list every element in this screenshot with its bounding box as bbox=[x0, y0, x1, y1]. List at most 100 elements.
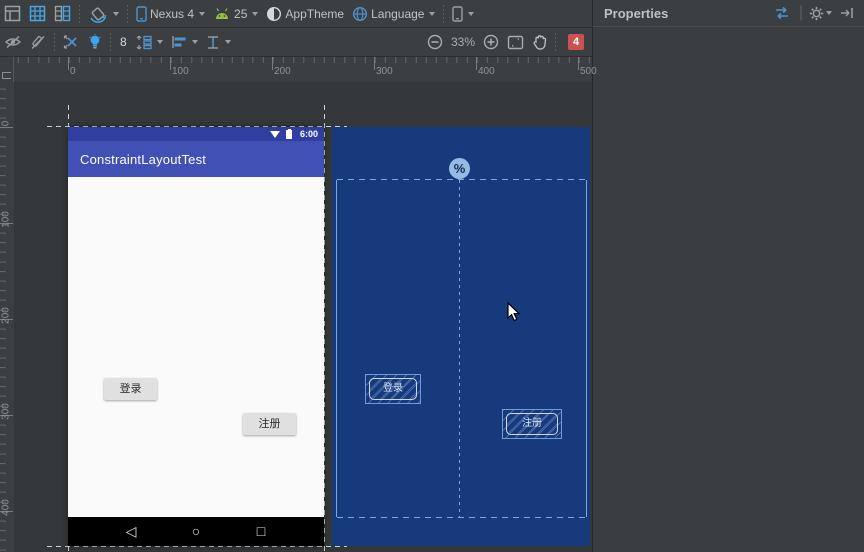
chevron-down-icon bbox=[429, 11, 436, 16]
zoom-out-button[interactable] bbox=[423, 28, 447, 56]
layout-editor-toolbar: Nexus 4 25 AppTheme Language bbox=[0, 0, 592, 28]
hand-pan-icon bbox=[533, 35, 547, 50]
ruler-label: 0 bbox=[70, 66, 76, 77]
ruler-label: 300 bbox=[0, 403, 12, 420]
register-button-design[interactable]: 注册 bbox=[243, 413, 296, 435]
align-button[interactable] bbox=[167, 28, 202, 56]
both-views-button[interactable] bbox=[50, 0, 75, 28]
pack-expand-icon bbox=[136, 35, 152, 49]
api-version-selector[interactable]: 25 bbox=[209, 0, 262, 28]
login-button-blueprint[interactable]: 登录 bbox=[365, 374, 421, 404]
locale-label: Language bbox=[371, 6, 425, 21]
login-button-design[interactable]: 登录 bbox=[104, 378, 157, 400]
lightbulb-icon bbox=[89, 34, 101, 49]
device-selector[interactable]: Nexus 4 bbox=[132, 0, 209, 28]
home-icon: ○ bbox=[191, 523, 201, 539]
orientation-button[interactable] bbox=[84, 0, 123, 28]
register-button-blueprint[interactable]: 注册 bbox=[502, 409, 562, 439]
back-icon: ◁ bbox=[125, 523, 137, 539]
toolbar-separator bbox=[79, 4, 80, 23]
ruler-label: 0 bbox=[0, 120, 12, 127]
app-title: ConstraintLayoutTest bbox=[80, 151, 207, 167]
status-bar: 6:00 bbox=[68, 127, 324, 141]
hide-panel-button[interactable] bbox=[840, 7, 854, 19]
virtual-device-selector[interactable] bbox=[448, 0, 478, 28]
ruler-corner bbox=[0, 57, 14, 82]
blueprint-view-button[interactable] bbox=[25, 0, 50, 28]
infer-constraints-button[interactable] bbox=[84, 28, 106, 56]
show-constraints-button[interactable] bbox=[0, 28, 26, 56]
ruler-label: 300 bbox=[376, 66, 393, 77]
api-level-label: 25 bbox=[234, 6, 248, 21]
align-left-edges-icon bbox=[172, 36, 186, 48]
register-button-blueprint-label: 注册 bbox=[506, 413, 558, 435]
ruler-label: 400 bbox=[0, 499, 12, 516]
recents-icon: □ bbox=[256, 523, 266, 539]
zoom-to-fit-button[interactable] bbox=[503, 28, 528, 56]
device-label: Nexus 4 bbox=[150, 6, 195, 21]
ruler-label: 100 bbox=[172, 66, 189, 77]
vertical-ruler: 0 100 200 300 400 bbox=[0, 82, 14, 552]
design-view-button[interactable] bbox=[0, 0, 25, 28]
guidelines-button[interactable] bbox=[202, 28, 235, 56]
panel-settings-button[interactable] bbox=[809, 6, 832, 21]
navigation-bar: ◁ ○ □ bbox=[68, 517, 324, 546]
login-button-blueprint-label: 登录 bbox=[369, 378, 417, 400]
default-margin-value[interactable]: 8 bbox=[115, 35, 132, 49]
design-plus-blueprint-icon bbox=[54, 5, 71, 22]
pan-button[interactable] bbox=[528, 28, 551, 56]
toolbar-separator bbox=[54, 33, 55, 51]
properties-panel-body bbox=[592, 27, 864, 552]
eye-slash-icon bbox=[4, 35, 22, 49]
chevron-down-icon bbox=[156, 40, 163, 44]
ruler-label: 200 bbox=[0, 307, 12, 324]
theme-label: AppTheme bbox=[285, 6, 345, 21]
header-separator: | bbox=[798, 4, 803, 21]
wifi-icon bbox=[270, 131, 280, 138]
error-count-badge[interactable]: 4 bbox=[568, 34, 584, 50]
zoom-out-icon bbox=[427, 34, 443, 50]
pack-selection-button[interactable] bbox=[132, 28, 167, 56]
zoom-in-icon bbox=[483, 34, 499, 50]
autoconnect-button[interactable] bbox=[26, 28, 50, 56]
theme-selector[interactable]: AppTheme bbox=[262, 0, 348, 28]
ruler-label: 100 bbox=[0, 211, 12, 228]
chevron-down-icon bbox=[224, 40, 231, 44]
root-top-edge bbox=[337, 179, 586, 180]
chevron-down-icon bbox=[199, 11, 206, 16]
chevron-down-icon bbox=[191, 40, 198, 44]
layout-editor-window: Nexus 4 25 AppTheme Language Properties … bbox=[0, 0, 864, 552]
blueprint-root-layout[interactable] bbox=[336, 179, 587, 518]
vertical-guideline[interactable] bbox=[459, 180, 460, 517]
collapse-right-icon bbox=[841, 8, 853, 18]
toolbar-separator bbox=[443, 4, 445, 23]
blueprint-view-device[interactable]: % 登录 注册 bbox=[332, 127, 590, 546]
properties-panel-header: Properties | bbox=[592, 0, 864, 27]
chevron-down-icon bbox=[113, 11, 119, 16]
selection-dash-right bbox=[324, 105, 325, 552]
design-surface[interactable]: 6:00 ConstraintLayoutTest 登录 注册 ◁ ○ □ % … bbox=[14, 82, 592, 552]
phone-device-icon bbox=[136, 5, 147, 22]
toggle-layout-direction-button[interactable] bbox=[773, 6, 791, 20]
swap-arrows-icon bbox=[775, 6, 788, 20]
selection-dash-bottom bbox=[47, 546, 347, 547]
locale-selector[interactable]: Language bbox=[348, 0, 439, 28]
design-view-device[interactable]: 6:00 ConstraintLayoutTest 登录 注册 ◁ ○ □ bbox=[68, 127, 324, 546]
status-time: 6:00 bbox=[299, 129, 318, 139]
rotate-orientation-icon bbox=[90, 7, 107, 23]
root-bottom-edge bbox=[337, 517, 586, 518]
ruler-label: 400 bbox=[478, 66, 495, 77]
chevron-down-icon bbox=[826, 11, 832, 15]
clear-all-constraints-button[interactable] bbox=[59, 28, 84, 56]
ruler-major-ticks bbox=[14, 57, 592, 70]
battery-icon bbox=[286, 128, 292, 139]
magic-pencil-slash-icon bbox=[31, 35, 45, 49]
ruler-label: 200 bbox=[274, 66, 291, 77]
guideline-percent-badge[interactable]: % bbox=[449, 158, 470, 179]
fit-screen-icon bbox=[507, 35, 524, 49]
zoom-in-button[interactable] bbox=[479, 28, 503, 56]
globe-language-icon bbox=[353, 6, 368, 21]
design-surface-icon bbox=[4, 5, 21, 22]
phone-device-icon bbox=[452, 5, 464, 22]
design-editor-actions-toolbar: 8 33% 4 bbox=[0, 28, 592, 57]
